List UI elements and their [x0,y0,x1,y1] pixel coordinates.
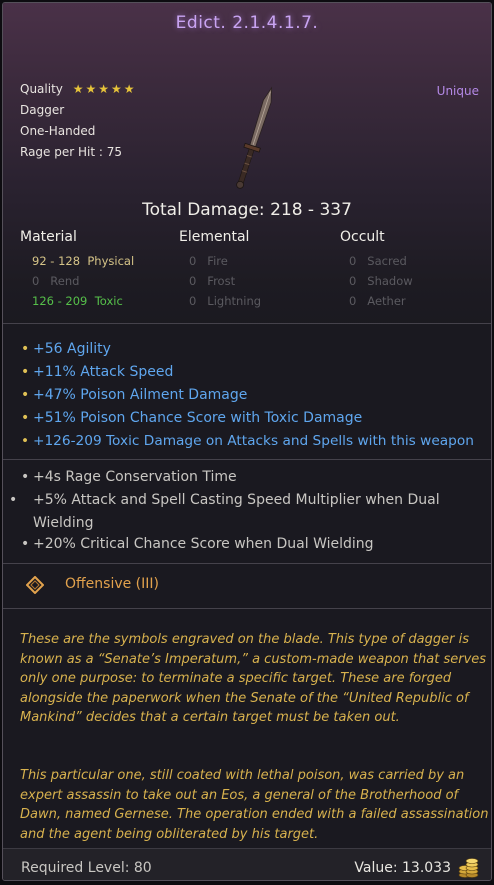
mod-line: • +11% Attack Speed [21,361,173,384]
mod-line: • +4s Rage Conservation Time [21,466,481,489]
item-tooltip: Edict. 2.1.4.1.7. Unique Quality ★★★★★ D… [2,2,492,881]
required-level: Required Level: 80 [21,860,152,876]
quality-stars: ★★★★★ [72,82,137,96]
bullet-icon: • [21,364,30,380]
bullet-icon: • [21,433,30,449]
mod-line: • +47% Poison Ailment Damage [21,384,247,407]
toxic-damage: 126 - 209 Toxic [32,294,123,308]
occult-header: Occult [340,229,385,245]
physical-damage: 92 - 128 Physical [32,254,135,268]
item-value: Value: 13.033 [354,860,451,876]
mod-line: • +126-209 Toxic Damage on Attacks and Sp… [21,430,474,453]
frost-damage: 0 Frost [189,274,236,288]
total-damage: Total Damage: 218 - 337 [142,200,352,220]
bullet-icon: • [21,341,30,357]
lightning-damage: 0 Lightning [189,294,262,308]
diamond-icon [26,576,44,594]
fire-damage: 0 Fire [189,254,228,268]
shadow-damage: 0 Shadow [349,274,413,288]
bullet-icon: • [21,410,30,426]
divider [3,563,491,564]
coin-stack-icon [458,858,479,878]
lore-paragraph: These are the symbols engraved on the bl… [20,632,487,725]
quality-row: Quality ★★★★★ [20,82,137,96]
dagger-icon [236,86,273,189]
mod-line: • +56 Agility [21,338,111,361]
item-handedness: One-Handed [20,124,96,138]
rarity-label: Unique [436,84,479,98]
divider [3,459,491,460]
bullet-icon: • [9,492,18,508]
divider [3,608,491,609]
rend-damage: 0 Rend [32,274,80,288]
lore-paragraph: This particular one, still coated with l… [20,768,489,842]
bullet-icon: • [21,536,30,552]
sacred-damage: 0 Sacred [349,254,407,268]
bullet-icon: • [21,387,30,403]
elemental-header: Elemental [179,229,250,245]
bullet-icon: • [21,469,30,485]
mod-line: • +51% Poison Chance Score with Toxic Dam… [21,407,362,430]
aether-damage: 0 Aether [349,294,406,308]
mod-line: • +20% Critical Chance Score when Dual Wi… [21,533,481,556]
item-name: Edict. 2.1.4.1.7. [175,13,319,33]
quality-label: Quality [20,82,63,96]
rage-per-hit: Rage per Hit : 75 [20,145,122,159]
divider [3,323,491,324]
affix-category: Offensive (III) [65,576,159,592]
item-type: Dagger [20,103,65,117]
material-header: Material [20,229,77,245]
mod-line: • +5% Attack and Spell Casting Speed Mult… [9,489,485,535]
